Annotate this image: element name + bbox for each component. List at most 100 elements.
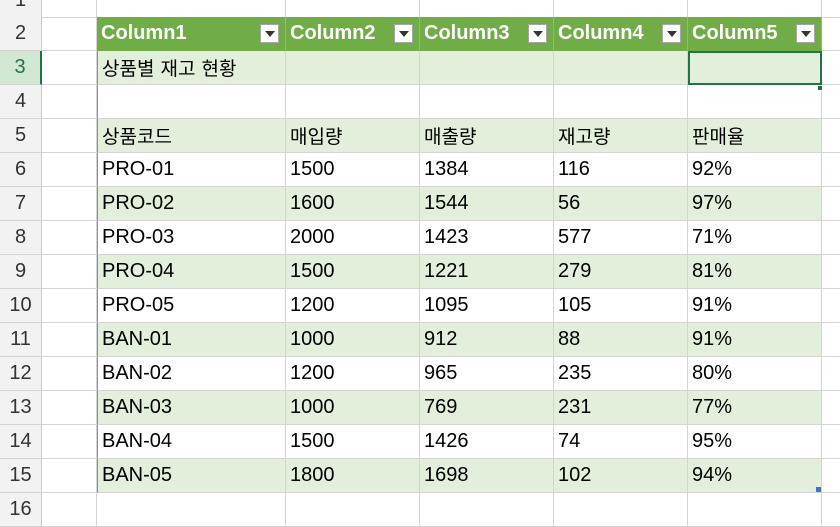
table-cell[interactable]: 102 xyxy=(554,459,688,493)
table-cell[interactable]: PRO-04 xyxy=(97,255,286,289)
empty-cell[interactable] xyxy=(822,357,840,391)
table-cell[interactable] xyxy=(420,85,554,119)
empty-cell[interactable] xyxy=(822,221,840,255)
table-cell[interactable]: 279 xyxy=(554,255,688,289)
table-cell[interactable]: BAN-01 xyxy=(97,323,286,357)
table-cell[interactable]: 965 xyxy=(420,357,554,391)
table-cell[interactable]: 1500 xyxy=(286,153,420,187)
row-header-10[interactable]: 10 xyxy=(0,289,42,323)
row-header-2[interactable]: 2 xyxy=(0,17,42,51)
table-cell[interactable]: 95% xyxy=(688,425,822,459)
cell-a5[interactable] xyxy=(42,119,97,153)
table-cell[interactable]: 577 xyxy=(554,221,688,255)
empty-cell[interactable] xyxy=(822,425,840,459)
row-header-13[interactable]: 13 xyxy=(0,391,42,425)
empty-cell[interactable] xyxy=(822,493,840,527)
table-label-cell[interactable]: 매출량 xyxy=(420,119,554,153)
cell-a4[interactable] xyxy=(42,85,97,119)
table-cell[interactable]: 97% xyxy=(688,187,822,221)
table-cell[interactable]: 74 xyxy=(554,425,688,459)
empty-cell[interactable] xyxy=(286,493,420,527)
empty-cell[interactable] xyxy=(420,493,554,527)
empty-cell[interactable] xyxy=(688,0,822,18)
row-header-4[interactable]: 4 xyxy=(0,85,42,119)
table-cell[interactable]: BAN-02 xyxy=(97,357,286,391)
table-cell[interactable] xyxy=(286,51,420,85)
row-header-14[interactable]: 14 xyxy=(0,425,42,459)
table-cell[interactable]: 81% xyxy=(688,255,822,289)
cell-a3[interactable] xyxy=(42,51,97,85)
table-cell[interactable]: BAN-05 xyxy=(97,459,286,493)
cell-a8[interactable] xyxy=(42,221,97,255)
table-label-cell[interactable]: 판매율 xyxy=(688,119,822,153)
row-header-7[interactable]: 7 xyxy=(0,187,42,221)
table-label-cell[interactable]: 상품코드 xyxy=(97,119,286,153)
empty-cell[interactable] xyxy=(822,255,840,289)
table-cell[interactable]: 1200 xyxy=(286,289,420,323)
table-cell[interactable]: 94% xyxy=(688,459,822,493)
table-header-cell[interactable]: Column5 xyxy=(688,17,822,51)
empty-cell[interactable] xyxy=(822,119,840,153)
table-cell[interactable] xyxy=(554,85,688,119)
table-cell[interactable]: PRO-02 xyxy=(97,187,286,221)
empty-cell[interactable] xyxy=(822,459,840,493)
table-cell[interactable]: 80% xyxy=(688,357,822,391)
table-cell[interactable]: 231 xyxy=(554,391,688,425)
table-cell[interactable]: 1221 xyxy=(420,255,554,289)
table-cell[interactable]: BAN-03 xyxy=(97,391,286,425)
filter-dropdown-button[interactable] xyxy=(796,24,815,43)
table-cell[interactable]: 56 xyxy=(554,187,688,221)
filter-dropdown-button[interactable] xyxy=(528,24,547,43)
table-cell[interactable]: 2000 xyxy=(286,221,420,255)
empty-cell[interactable] xyxy=(822,323,840,357)
row-header-3[interactable]: 3 xyxy=(0,51,42,85)
table-cell[interactable]: 1384 xyxy=(420,153,554,187)
table-cell[interactable]: 88 xyxy=(554,323,688,357)
table-cell[interactable]: 77% xyxy=(688,391,822,425)
table-cell[interactable]: 235 xyxy=(554,357,688,391)
filter-dropdown-button[interactable] xyxy=(260,24,279,43)
row-header-1[interactable]: 1 xyxy=(0,0,42,18)
table-cell[interactable]: PRO-05 xyxy=(97,289,286,323)
row-header-15[interactable]: 15 xyxy=(0,459,42,493)
empty-cell[interactable] xyxy=(97,0,286,18)
cell-a11[interactable] xyxy=(42,323,97,357)
empty-cell[interactable] xyxy=(822,187,840,221)
empty-cell[interactable] xyxy=(97,493,286,527)
table-cell[interactable]: 상품별 재고 현황 xyxy=(97,51,286,85)
empty-cell[interactable] xyxy=(554,493,688,527)
table-cell[interactable]: 1426 xyxy=(420,425,554,459)
table-header-cell[interactable]: Column3 xyxy=(420,17,554,51)
cell-a7[interactable] xyxy=(42,187,97,221)
cell-a14[interactable] xyxy=(42,425,97,459)
table-cell[interactable]: 769 xyxy=(420,391,554,425)
empty-cell[interactable] xyxy=(822,85,840,119)
table-cell[interactable]: 1698 xyxy=(420,459,554,493)
table-cell[interactable]: 91% xyxy=(688,289,822,323)
table-cell[interactable]: 1000 xyxy=(286,391,420,425)
table-cell[interactable]: 912 xyxy=(420,323,554,357)
table-cell[interactable]: PRO-03 xyxy=(97,221,286,255)
empty-cell[interactable] xyxy=(822,17,840,51)
table-cell[interactable]: 1500 xyxy=(286,425,420,459)
row-header-9[interactable]: 9 xyxy=(0,255,42,289)
empty-cell[interactable] xyxy=(420,0,554,18)
cell-a16[interactable] xyxy=(42,493,97,527)
empty-cell[interactable] xyxy=(822,289,840,323)
table-cell[interactable]: 92% xyxy=(688,153,822,187)
row-header-5[interactable]: 5 xyxy=(0,119,42,153)
row-header-12[interactable]: 12 xyxy=(0,357,42,391)
table-cell[interactable]: 1423 xyxy=(420,221,554,255)
table-cell[interactable] xyxy=(420,51,554,85)
table-cell[interactable] xyxy=(554,51,688,85)
empty-cell[interactable] xyxy=(822,391,840,425)
table-cell[interactable]: 116 xyxy=(554,153,688,187)
filter-dropdown-button[interactable] xyxy=(394,24,413,43)
table-cell[interactable]: 1000 xyxy=(286,323,420,357)
table-cell[interactable]: PRO-01 xyxy=(97,153,286,187)
cell-a9[interactable] xyxy=(42,255,97,289)
cell-a13[interactable] xyxy=(42,391,97,425)
table-cell[interactable]: BAN-04 xyxy=(97,425,286,459)
table-cell[interactable]: 1095 xyxy=(420,289,554,323)
empty-cell[interactable] xyxy=(286,0,420,18)
